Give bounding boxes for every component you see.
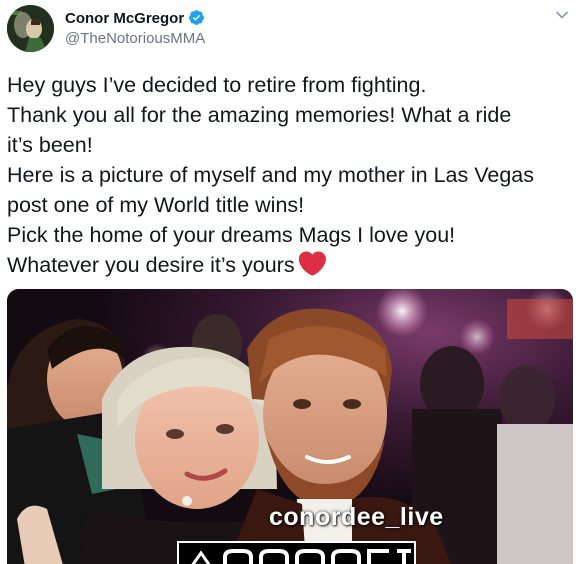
author-handle[interactable]: @TheNotoriousMMA: [65, 30, 205, 47]
red-heart-icon: [298, 251, 326, 276]
tweet-text-line: post one of my World title wins!: [7, 193, 305, 217]
photo-watermark: conordee_live: [269, 503, 444, 531]
author-display-name[interactable]: Conor McGregor: [65, 9, 205, 27]
tweet-text-last-line: Whatever you desire it’s yours: [7, 250, 572, 280]
tweet-text: Hey guys I’ve decided to retire from fig…: [7, 70, 572, 280]
tweet-text-line: Here is a picture of myself and my mothe…: [7, 163, 534, 187]
tweet-text-line: Whatever you desire it’s yours: [7, 253, 295, 277]
tweet-photo[interactable]: conordee_live: [7, 289, 573, 564]
chevron-down-icon[interactable]: [555, 10, 569, 20]
verified-badge-icon: [189, 10, 205, 25]
tweet-text-line: it’s been!: [7, 133, 93, 157]
photo-logo-strip: [177, 541, 416, 564]
tweet-text-line: Thank you all for the amazing memories! …: [7, 103, 512, 127]
tweet-text-line: Hey guys I’ve decided to retire from fig…: [7, 73, 427, 97]
tweet-text-line: Pick the home of your dreams Mags I love…: [7, 223, 456, 247]
author-name-text[interactable]: Conor McGregor: [65, 10, 184, 27]
author-avatar[interactable]: [7, 5, 54, 52]
tweet-card: Conor McGregor @TheNotoriousMMA Hey guys…: [0, 0, 582, 564]
